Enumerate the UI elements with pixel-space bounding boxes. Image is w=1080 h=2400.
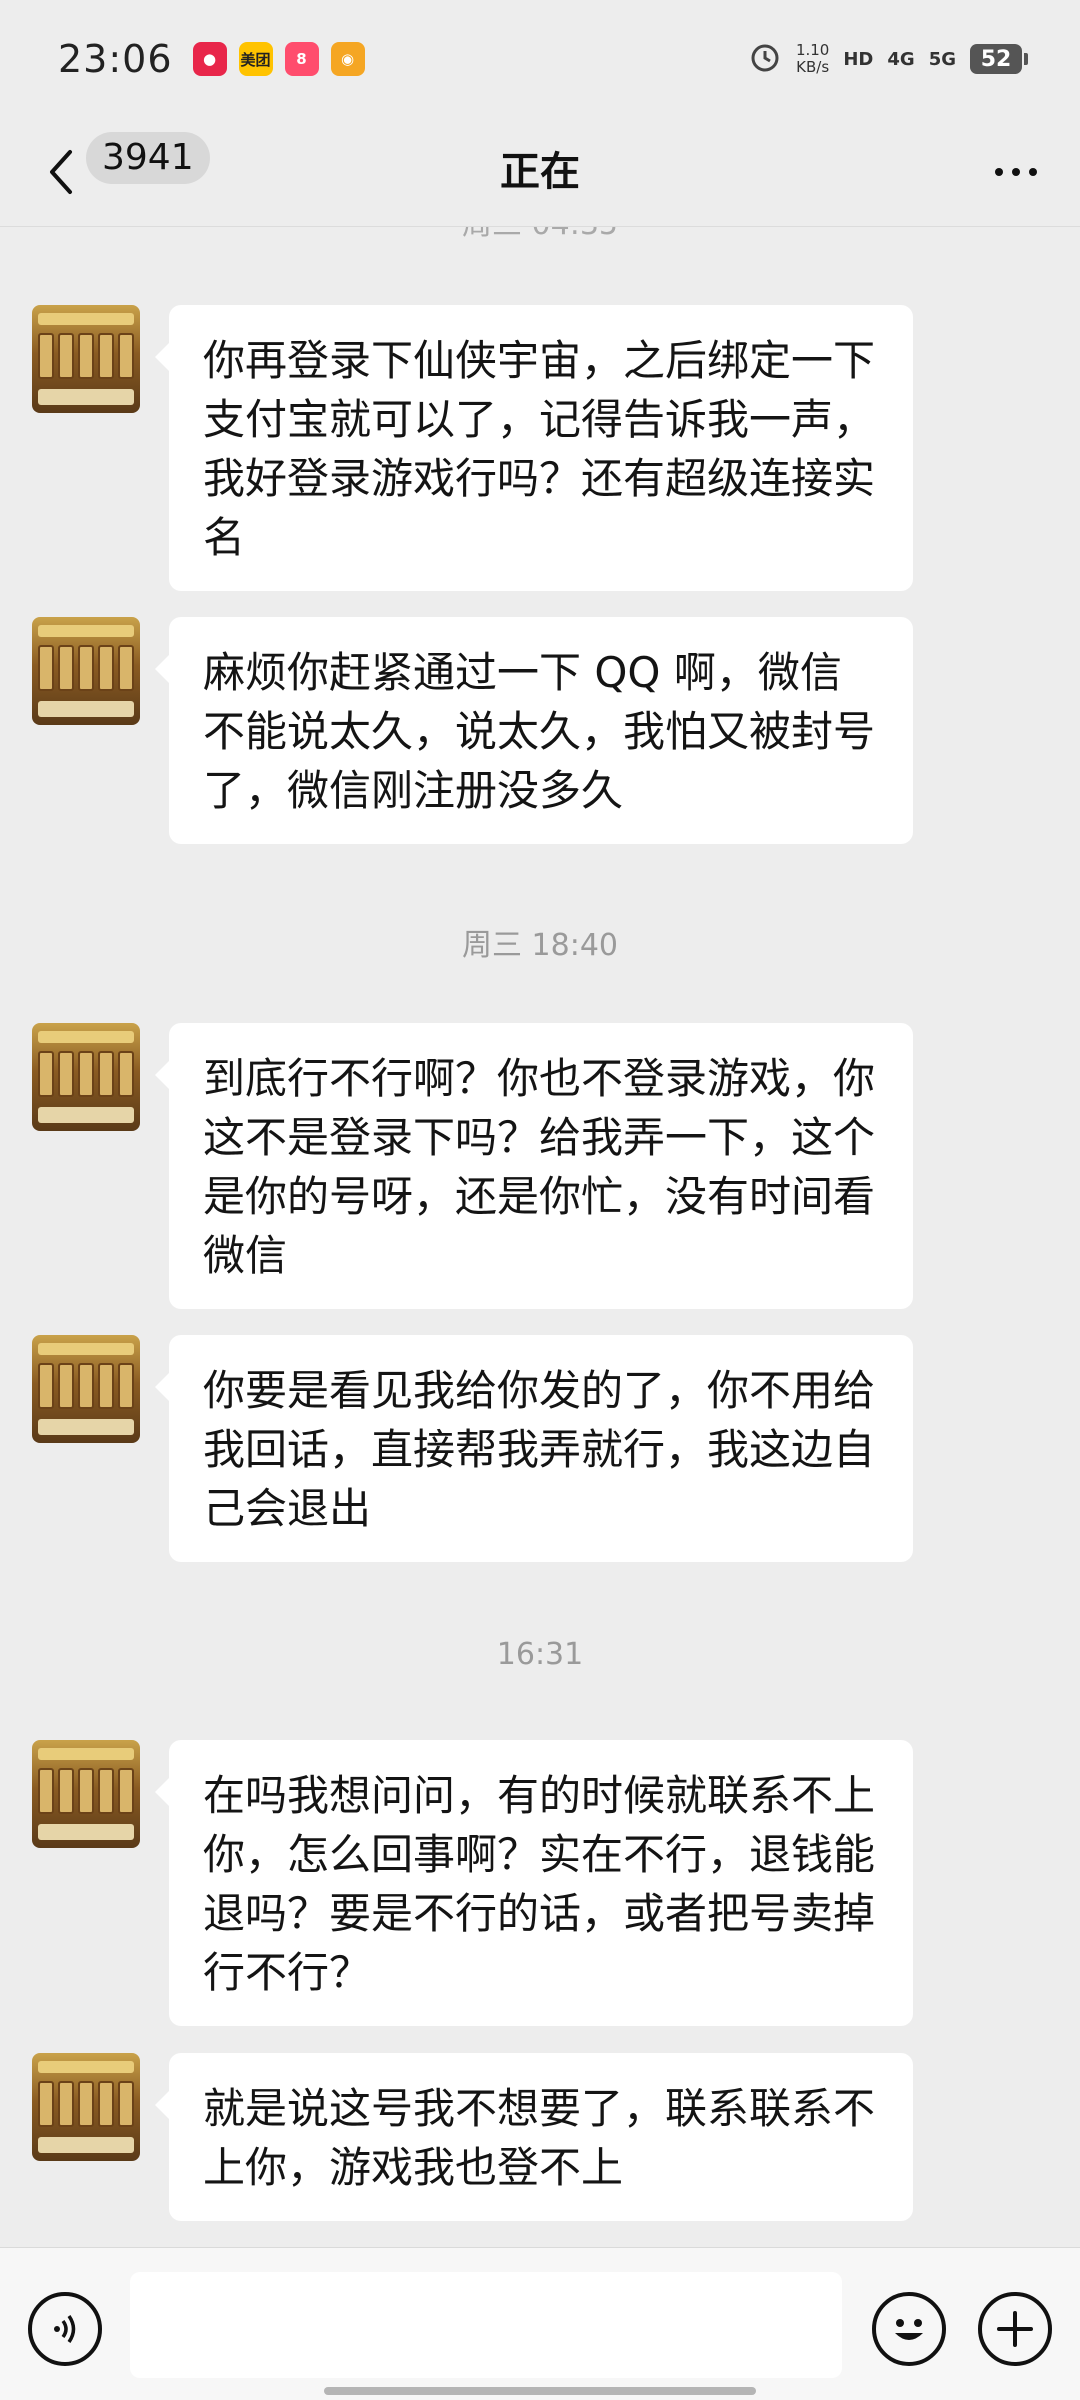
chevron-left-icon	[50, 150, 72, 194]
message-bubble[interactable]: 到底行不行啊？你也不登录游戏，你这不是登录下吗？给我弄一下，这个是你的号呀，还是…	[155, 1023, 913, 1309]
smiley-icon	[895, 2319, 923, 2340]
avatar[interactable]	[32, 617, 140, 725]
dot-icon	[1029, 168, 1037, 176]
battery-icon: 52	[970, 44, 1028, 74]
status-time: 23:06	[58, 37, 173, 81]
xiaohongshu-icon: 8	[284, 42, 319, 76]
signal-5g-icon: 5G	[928, 48, 956, 70]
back-button[interactable]	[40, 142, 80, 202]
message-bubble[interactable]: 麻烦你赶紧通过一下 QQ 啊，微信不能说太久，说太久，我怕又被封号了，微信刚注册…	[155, 617, 913, 844]
more-functions-button[interactable]	[978, 2292, 1052, 2366]
avatar[interactable]	[32, 1740, 140, 1848]
dot-icon	[995, 168, 1003, 176]
avatar[interactable]	[32, 2053, 140, 2161]
more-options-button[interactable]	[986, 152, 1046, 192]
net-speed: 1.10 KB/s	[795, 41, 830, 76]
avatar[interactable]	[32, 305, 140, 413]
meituan-icon: 美团	[238, 42, 273, 76]
status-app-icons: ● 美团 8 ◉	[192, 42, 365, 76]
input-bar	[0, 2247, 1080, 2400]
signal-4g-icon: 4G	[887, 48, 915, 70]
time-separator: 周三 18:40	[462, 928, 618, 963]
unread-count-badge[interactable]: 3941	[86, 132, 210, 184]
status-bar: 23:06 ● 美团 8 ◉ 1.10 KB/s HD 4G 5G 52	[0, 0, 1080, 118]
avatar[interactable]	[32, 1335, 140, 1443]
time-separator: 周三 04:35	[0, 227, 1080, 243]
tmall-icon: ●	[192, 42, 227, 76]
message-bubble[interactable]: 你要是看见我给你发的了，你不用给我回话，直接帮我弄就行，我这边自己会退出	[155, 1335, 913, 1562]
time-separator: 16:31	[496, 1637, 584, 1672]
chat-area[interactable]: 周三 04:35 你再登录下仙侠宇宙，之后绑定一下支付宝就可以了，记得告诉我一声…	[0, 227, 1080, 2247]
voice-icon	[54, 2315, 76, 2343]
dot-icon	[1012, 168, 1020, 176]
message-bubble[interactable]: 就是说这号我不想要了，联系联系不上你，游戏我也登不上	[155, 2053, 913, 2221]
message-input[interactable]	[130, 2272, 842, 2378]
weibo-icon: ◉	[330, 42, 365, 76]
message-bubble[interactable]: 你再登录下仙侠宇宙，之后绑定一下支付宝就可以了，记得告诉我一声，我好登录游戏行吗…	[155, 305, 913, 591]
avatar[interactable]	[32, 1023, 140, 1131]
message-bubble[interactable]: 在吗我想问问，有的时候就联系不上你，怎么回事啊？实在不行，退钱能退吗？要是不行的…	[155, 1740, 913, 2026]
alarm-icon	[748, 40, 782, 78]
home-indicator	[324, 2387, 756, 2395]
hd-icon: HD	[843, 48, 874, 70]
voice-input-button[interactable]	[28, 2292, 102, 2366]
emoji-button[interactable]	[872, 2292, 946, 2366]
plus-icon	[997, 2311, 1033, 2347]
